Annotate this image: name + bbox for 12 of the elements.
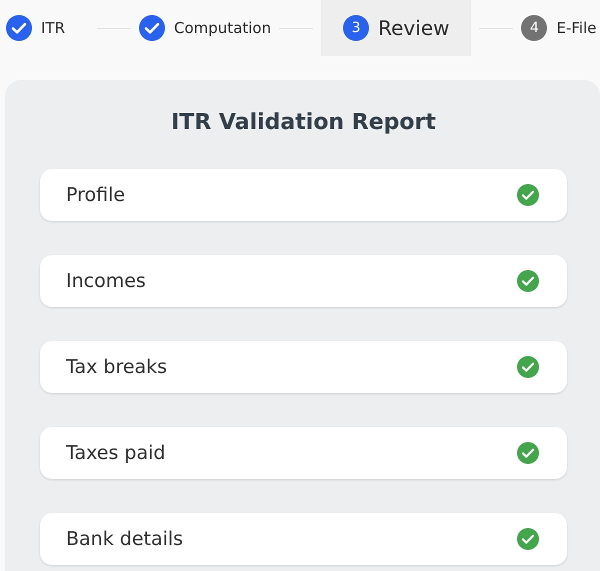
step-tab[interactable]: 3 Review (321, 0, 472, 56)
step-tab[interactable]: ITR (6, 0, 66, 56)
row-label: Taxes paid (66, 442, 166, 464)
step-tab[interactable]: 4 E-File (521, 0, 596, 56)
row-label: Profile (66, 184, 126, 206)
step-number: 3 (343, 15, 370, 41)
report-title: ITR Validation Report (170, 110, 437, 135)
row-label: Incomes (66, 270, 146, 292)
step-tab[interactable]: Computation (139, 0, 272, 56)
row-label: Tax breaks (66, 356, 168, 378)
step-number: 4 (521, 15, 548, 41)
row-label: Bank details (66, 528, 184, 550)
